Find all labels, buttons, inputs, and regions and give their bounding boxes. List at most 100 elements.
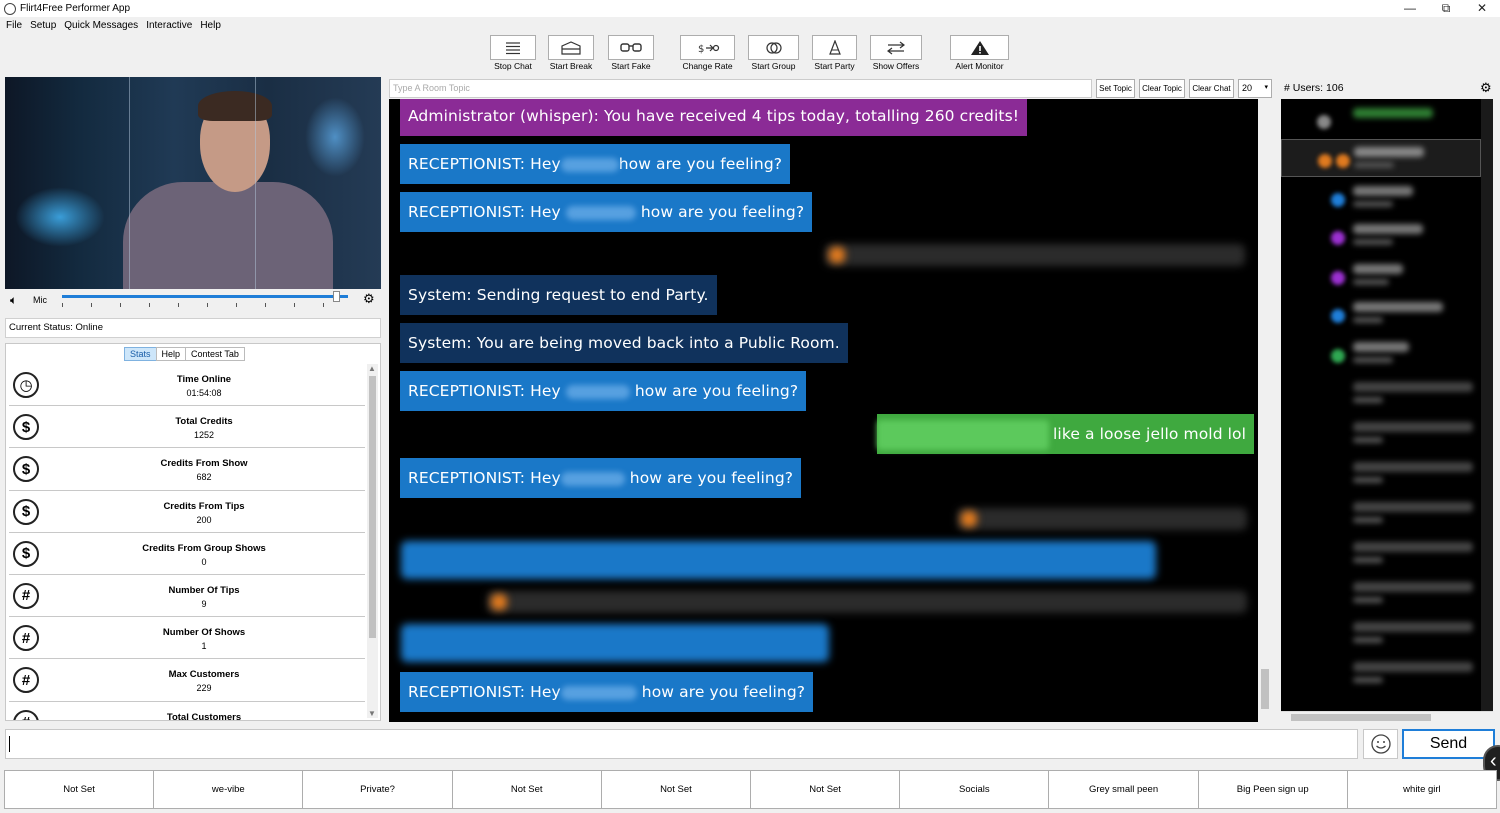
- menu-quick-messages[interactable]: Quick Messages: [60, 18, 142, 34]
- start-fake-button[interactable]: [608, 35, 654, 60]
- mic-volume-knob[interactable]: [332, 291, 340, 302]
- gear-icon[interactable]: ⚙: [363, 291, 375, 307]
- stat-row: # Max Customers 229: [9, 659, 365, 702]
- stop-chat-button[interactable]: [490, 35, 536, 60]
- stat-label: Time Online: [176, 374, 232, 385]
- menu-interactive[interactable]: Interactive: [142, 18, 196, 34]
- stat-value: 1252: [193, 430, 215, 441]
- stat-row: ◷ Time Online 01:54:08: [9, 364, 365, 407]
- list-item[interactable]: [1281, 179, 1481, 217]
- stat-label: Total Customers: [166, 711, 242, 721]
- chat-scrollbar[interactable]: [1258, 99, 1272, 722]
- redacted-message: [401, 624, 829, 662]
- quick-message-button[interactable]: Not Set: [600, 770, 752, 809]
- list-icon: [506, 41, 520, 54]
- list-item[interactable]: [1281, 375, 1481, 413]
- stat-value: 01:54:08: [186, 388, 222, 398]
- redacted-username: [560, 685, 637, 700]
- alert-monitor-label: Alert Monitor: [955, 61, 1004, 71]
- users-count: # Users: 106: [1284, 82, 1344, 94]
- chat-message-system: System: You are being moved back into a …: [400, 323, 848, 363]
- list-item[interactable]: [1281, 535, 1481, 573]
- list-item[interactable]: [1281, 101, 1481, 139]
- start-group-label: Start Group: [751, 61, 796, 71]
- menu-setup[interactable]: Setup: [26, 18, 60, 34]
- list-item[interactable]: [1281, 139, 1481, 177]
- dollar-icon: $: [13, 498, 39, 525]
- maximize-button[interactable]: ⧉: [1428, 0, 1464, 17]
- stat-value: 200: [196, 514, 212, 525]
- chat-message-receptionist: RECEPTIONIST: Hey how are you feeling?: [400, 144, 791, 184]
- send-button[interactable]: Send: [1402, 729, 1495, 759]
- stats-scrollbar[interactable]: ▲ ▼: [367, 364, 378, 718]
- quick-message-button[interactable]: Not Set: [451, 770, 602, 809]
- font-size-select[interactable]: 20 ▾: [1238, 79, 1272, 98]
- redacted-username: [877, 419, 1049, 450]
- list-item[interactable]: [1281, 217, 1481, 255]
- warning-icon: [970, 40, 989, 55]
- redacted-username: [560, 471, 625, 486]
- list-item[interactable]: [1281, 575, 1481, 613]
- stat-row: # Number Of Shows 1: [9, 617, 365, 660]
- list-item[interactable]: [1281, 335, 1481, 373]
- tab-stats[interactable]: Stats: [124, 347, 157, 361]
- chat-suffix: how are you feeling?: [629, 469, 794, 487]
- users-list: [1281, 99, 1493, 711]
- show-offers-button[interactable]: [870, 35, 922, 60]
- start-group-button[interactable]: [748, 35, 799, 60]
- list-item[interactable]: [1281, 257, 1481, 295]
- chat-prefix: RECEPTIONIST: Hey: [408, 683, 561, 701]
- users-hscrollbar[interactable]: [1281, 711, 1493, 722]
- speaker-icon[interactable]: 🔈︎: [10, 293, 17, 308]
- stat-row: $ Credits From Group Shows 0: [9, 533, 365, 575]
- quick-message-button[interactable]: we-vibe: [153, 770, 304, 809]
- quick-message-button[interactable]: Not Set: [4, 770, 155, 809]
- stop-chat-label: Stop Chat: [494, 61, 532, 71]
- stat-row: $ Credits From Tips 200: [9, 491, 365, 533]
- close-button[interactable]: ✕: [1464, 0, 1500, 17]
- list-item[interactable]: [1281, 415, 1481, 453]
- list-item[interactable]: [1281, 615, 1481, 653]
- scroll-down-icon[interactable]: ▼: [368, 709, 376, 718]
- room-topic-input[interactable]: Type A Room Topic: [389, 79, 1092, 98]
- start-party-button[interactable]: [812, 35, 857, 60]
- list-item[interactable]: [1281, 455, 1481, 493]
- quick-message-button[interactable]: Private?: [302, 770, 453, 809]
- menu-help[interactable]: Help: [196, 18, 225, 34]
- set-topic-button[interactable]: Set Topic: [1096, 79, 1135, 98]
- quick-message-button[interactable]: Grey small peen: [1048, 770, 1199, 809]
- stat-value: 9: [201, 598, 207, 609]
- toolbar: Stop Chat Start Break Start Fake $ Chang…: [0, 35, 1500, 73]
- message-input[interactable]: [5, 729, 1358, 759]
- change-rate-button[interactable]: $: [680, 35, 735, 60]
- quick-message-button[interactable]: Not Set: [750, 770, 901, 809]
- quick-message-button[interactable]: Socials: [899, 770, 1050, 809]
- font-size-value: 20: [1242, 83, 1253, 93]
- alert-monitor-button[interactable]: [950, 35, 1009, 60]
- tab-help[interactable]: Help: [155, 347, 187, 361]
- quick-message-button[interactable]: white girl: [1346, 770, 1498, 809]
- stat-label: Credits From Group Shows: [142, 542, 266, 554]
- list-item[interactable]: [1281, 655, 1481, 693]
- tab-contest[interactable]: Contest Tab: [185, 347, 245, 361]
- start-break-button[interactable]: [548, 35, 594, 60]
- stat-row: # Total Customers: [9, 702, 365, 721]
- clear-chat-button[interactable]: Clear Chat: [1189, 79, 1234, 98]
- clear-topic-button[interactable]: Clear Topic: [1139, 79, 1185, 98]
- current-status: Current Status: Online: [5, 318, 381, 338]
- list-item[interactable]: [1281, 295, 1481, 333]
- menu-file[interactable]: File: [2, 18, 26, 34]
- quick-message-button[interactable]: Big Peen sign up: [1197, 770, 1348, 809]
- chat-area: Administrator (whisper): You have receiv…: [389, 99, 1258, 722]
- mic-volume-slider[interactable]: [62, 295, 348, 298]
- scroll-up-icon[interactable]: ▲: [368, 364, 376, 373]
- gear-icon[interactable]: ⚙: [1480, 80, 1492, 96]
- chat-prefix: RECEPTIONIST: Hey: [408, 469, 561, 487]
- stats-panel: Stats Help Contest Tab ◷ Time Online 01:54…: [5, 343, 381, 721]
- chat-message-receptionist: RECEPTIONIST: Hey how are you feeling?: [400, 672, 814, 712]
- clock-icon: ◷: [13, 372, 39, 398]
- list-item[interactable]: [1281, 495, 1481, 533]
- emoji-button[interactable]: [1363, 729, 1398, 759]
- minimize-button[interactable]: —: [1392, 0, 1428, 17]
- users-scrollbar[interactable]: [1481, 99, 1493, 711]
